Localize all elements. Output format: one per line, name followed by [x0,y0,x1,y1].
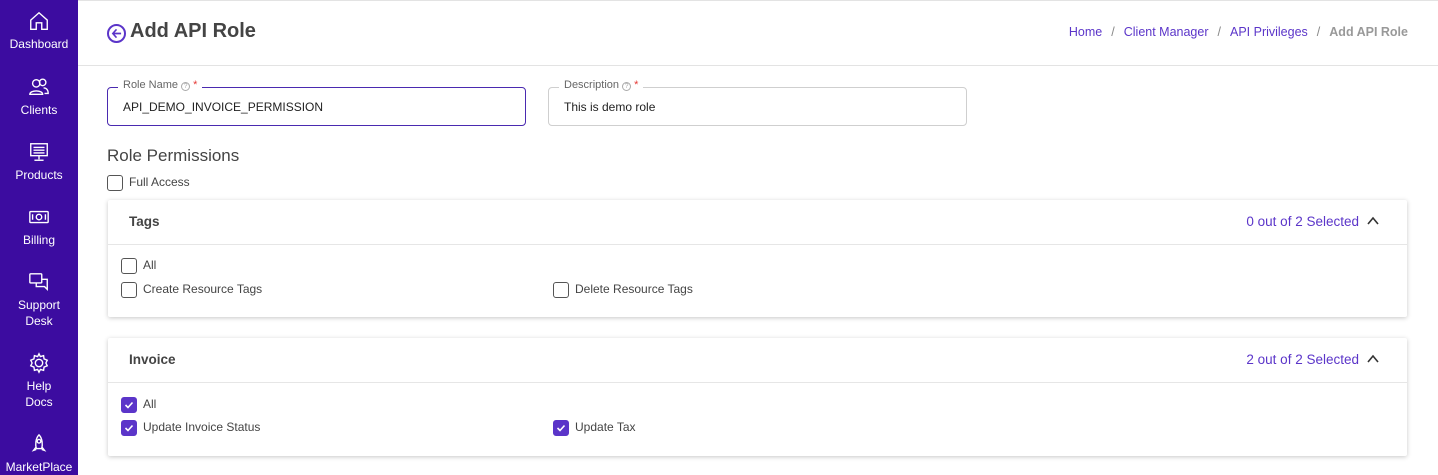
breadcrumb: Home / Client Manager / API Privileges / Add A… [1069,25,1408,39]
users-icon [29,78,49,96]
sidebar-item-support-desk[interactable]: Support Desk [0,271,78,329]
required-mark: * [634,79,639,91]
breadcrumb-separator: / [1316,25,1321,39]
description-input[interactable] [549,88,966,125]
rocket-icon [31,433,47,452]
checkbox[interactable] [121,420,137,436]
permission-option[interactable]: Create Resource Tags [121,282,262,298]
breadcrumb-separator: / [1217,25,1221,39]
permission-group-title: Invoice [129,352,176,367]
permission-option-all[interactable]: All [121,258,156,274]
checkbox[interactable] [121,258,137,274]
breadcrumb-current: Add API Role [1329,25,1408,39]
help-icon[interactable]: ? [622,82,632,91]
option-label: Delete Resource Tags [575,282,693,297]
chevron-up-icon[interactable] [1367,354,1379,364]
role-permissions-heading: Role Permissions [107,146,240,165]
option-label: All [143,258,157,273]
permission-option[interactable]: Delete Resource Tags [553,282,693,298]
checkbox[interactable] [121,397,137,413]
checkbox[interactable] [553,282,569,298]
sidebar-item-help-docs[interactable]: Help Docs [0,352,78,410]
chat-icon [29,273,48,291]
breadcrumb-client-manager[interactable]: Client Manager [1124,25,1209,39]
page-title: Add API Role [130,20,256,42]
sidebar-item-label: MarketPlace [5,460,73,474]
sidebar-item-label-line1: Help [26,379,52,393]
money-icon [29,210,49,224]
permission-option[interactable]: Update Invoice Status [121,420,260,436]
option-label: Update Tax [575,420,636,435]
breadcrumb-separator: / [1111,25,1115,39]
breadcrumb-home[interactable]: Home [1069,25,1102,39]
chevron-up-icon[interactable] [1367,216,1379,226]
role-name-input[interactable] [108,88,525,125]
option-label: Update Invoice Status [143,420,261,435]
option-label: Create Resource Tags [143,282,263,297]
role-name-label: Role Name ? * [118,79,203,91]
full-access-option[interactable]: Full Access [107,175,190,191]
check-icon [124,424,134,432]
required-mark: * [193,79,198,91]
home-icon [30,11,48,30]
page-header: Add API Role Home / Client Manager / API Pri… [78,0,1438,66]
sidebar-item-label: Billing [22,233,55,247]
checkbox[interactable] [121,282,137,298]
gear-icon [29,352,49,374]
sidebar-item-dashboard[interactable]: Dashboard [0,10,78,52]
sidebar-item-label: Dashboard [9,37,69,51]
sidebar-item-label-line2: Desk [25,314,53,328]
help-icon[interactable]: ? [181,82,191,91]
selected-count: 2 out of 2 Selected [1246,352,1359,367]
description-field: Description ? * [548,79,967,126]
role-name-label-text: Role Name [123,79,179,91]
full-access-label: Full Access [129,175,190,190]
sidebar-item-billing[interactable]: Billing [0,206,78,248]
permission-group-header[interactable]: Invoice 2 out of 2 Selected [108,338,1407,383]
permission-option-all[interactable]: All [121,397,156,413]
arrow-left-icon [111,28,122,39]
sidebar-item-label-line1: Support [17,298,61,312]
role-name-field: Role Name ? * [107,79,526,126]
description-label: Description ? * [559,79,644,91]
sidebar-item-clients[interactable]: Clients [0,76,78,118]
permission-group-tags: Tags 0 out of 2 Selected All Create Reso… [108,200,1407,317]
description-label-text: Description [564,79,620,91]
sidebar-item-label: Clients [20,103,58,117]
sidebar-item-products[interactable]: Products [0,141,78,183]
sidebar: Dashboard Clients Products Billing Suppo… [0,0,78,475]
permission-group-invoice: Invoice 2 out of 2 Selected All Update I… [108,338,1407,456]
full-access-checkbox[interactable] [107,175,123,191]
checkbox[interactable] [553,420,569,436]
sidebar-item-label: Products [15,168,63,182]
selected-count: 0 out of 2 Selected [1246,214,1359,229]
check-icon [556,424,566,432]
option-label: All [143,397,157,412]
check-icon [124,401,134,409]
permission-group-header[interactable]: Tags 0 out of 2 Selected [108,200,1407,245]
permission-option[interactable]: Update Tax [553,420,636,436]
sidebar-item-marketplace[interactable]: MarketPlace [0,433,78,475]
back-button[interactable] [107,24,126,43]
permission-group-title: Tags [129,214,160,229]
sidebar-item-label-line2: Docs [25,395,53,409]
breadcrumb-api-privileges[interactable]: API Privileges [1230,25,1308,39]
server-icon [30,143,48,161]
